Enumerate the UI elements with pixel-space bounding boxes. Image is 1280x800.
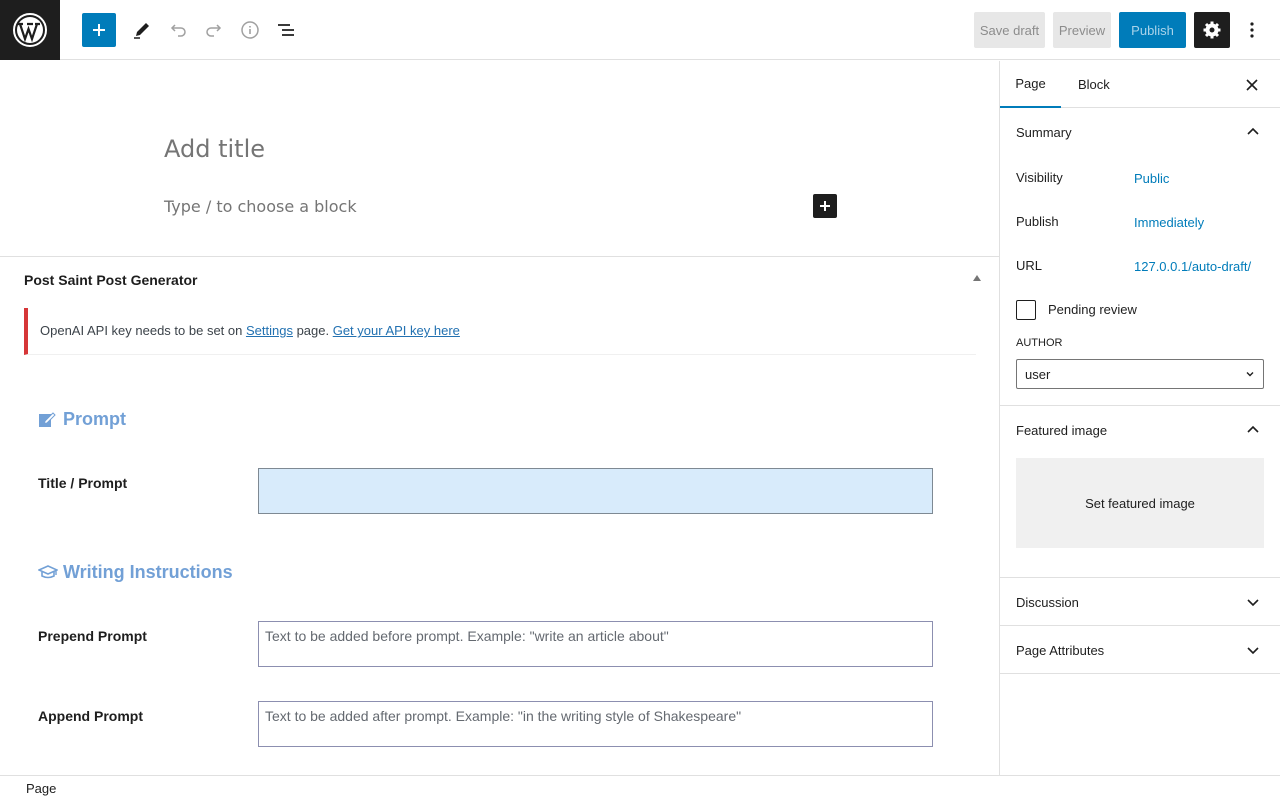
preview-button[interactable]: Preview	[1053, 12, 1111, 48]
append-prompt-label: Append Prompt	[38, 708, 143, 724]
page-attributes-title: Page Attributes	[1016, 642, 1105, 658]
featured-image-title: Featured image	[1016, 422, 1108, 438]
settings-sidebar: Page Block Summary Visibility Public Pub…	[999, 61, 1280, 775]
pencil-icon	[134, 23, 149, 39]
panel-divider	[1000, 673, 1280, 674]
pending-review-checkbox[interactable]	[1016, 300, 1036, 320]
block-inserter-button[interactable]	[82, 13, 116, 47]
more-vertical-icon	[1250, 22, 1254, 38]
publish-label: Publish	[1016, 214, 1059, 229]
prompt-heading-text: Prompt	[63, 409, 126, 429]
discussion-panel-toggle[interactable]: Discussion	[1000, 578, 1280, 626]
sidebar-tabs: Page Block	[1000, 61, 1280, 108]
wordpress-icon	[13, 13, 47, 47]
tools-edit-button[interactable]	[124, 12, 160, 48]
save-draft-button[interactable]: Save draft	[974, 12, 1045, 48]
settings-link[interactable]: Settings	[246, 323, 293, 338]
publish-button[interactable]: Publish	[1119, 12, 1186, 48]
summary-panel-toggle[interactable]: Summary	[1000, 108, 1280, 156]
discussion-title: Discussion	[1016, 594, 1079, 610]
inline-inserter-button[interactable]	[813, 194, 837, 218]
default-block-appender[interactable]: Type / to choose a block	[164, 197, 357, 216]
close-sidebar-button[interactable]	[1240, 73, 1264, 97]
redo-icon	[206, 24, 222, 37]
plus-icon	[93, 24, 105, 36]
chevron-down-icon	[1247, 647, 1259, 655]
editor-canvas: Add title Type / to choose a block Post …	[0, 61, 999, 775]
post-title-input[interactable]: Add title	[164, 135, 265, 163]
set-featured-image-button[interactable]: Set featured image	[1016, 458, 1264, 548]
chevron-up-icon	[1247, 425, 1259, 433]
pending-review-label[interactable]: Pending review	[1048, 302, 1137, 317]
visibility-value[interactable]: Public	[1134, 171, 1169, 186]
chevron-down-icon	[1246, 372, 1254, 377]
author-label: AUTHOR	[1016, 337, 1063, 349]
prepend-prompt-label: Prepend Prompt	[38, 628, 147, 644]
editor-footer: Page	[0, 775, 1280, 800]
prepend-prompt-textarea[interactable]: Text to be added before prompt. Example:…	[258, 621, 933, 667]
gear-icon	[1203, 21, 1221, 39]
list-view-icon	[278, 24, 294, 36]
writing-instructions-heading: Writing Instructions	[38, 562, 233, 583]
api-key-notice: OpenAI API key needs to be set on Settin…	[24, 308, 976, 355]
wordpress-logo[interactable]	[0, 0, 60, 60]
info-icon	[241, 21, 259, 39]
post-generator-metabox: Post Saint Post Generator OpenAI API key…	[0, 256, 999, 776]
prompt-heading: Prompt	[38, 409, 126, 430]
api-key-link[interactable]: Get your API key here	[333, 323, 460, 338]
details-button[interactable]	[232, 12, 268, 48]
collapse-toggle-icon[interactable]	[973, 275, 981, 281]
breadcrumb[interactable]: Page	[26, 781, 56, 796]
publish-date-value[interactable]: Immediately	[1134, 215, 1204, 230]
graduation-cap-icon	[38, 563, 58, 583]
notice-text: OpenAI API key needs to be set on	[40, 323, 246, 338]
plus-icon	[820, 201, 830, 211]
chevron-down-icon	[1247, 599, 1259, 607]
featured-image-panel-toggle[interactable]: Featured image	[1000, 406, 1280, 454]
writing-heading-text: Writing Instructions	[63, 562, 233, 582]
undo-icon	[170, 24, 186, 37]
author-select[interactable]: user	[1016, 359, 1264, 389]
summary-title: Summary	[1016, 124, 1072, 140]
edit-page-icon	[38, 410, 58, 430]
title-prompt-textarea[interactable]	[258, 468, 933, 514]
append-prompt-textarea[interactable]: Text to be added after prompt. Example: …	[258, 701, 933, 747]
close-icon	[1246, 79, 1258, 91]
metabox-title[interactable]: Post Saint Post Generator	[24, 272, 197, 288]
editor-header: Save draft Preview Publish	[0, 0, 1280, 60]
page-attributes-panel-toggle[interactable]: Page Attributes	[1000, 626, 1280, 674]
undo-button[interactable]	[160, 12, 196, 48]
redo-button[interactable]	[196, 12, 232, 48]
options-button[interactable]	[1234, 12, 1270, 48]
url-value[interactable]: 127.0.0.1/auto-draft/	[1134, 259, 1251, 274]
url-label: URL	[1016, 258, 1043, 273]
author-value: user	[1025, 367, 1051, 382]
list-view-button[interactable]	[268, 12, 304, 48]
notice-text-middle: page.	[292, 323, 333, 338]
chevron-up-icon	[1247, 127, 1259, 135]
title-prompt-label: Title / Prompt	[38, 475, 128, 491]
tab-block[interactable]: Block	[1078, 61, 1110, 108]
visibility-label: Visibility	[1016, 170, 1063, 185]
settings-button[interactable]	[1194, 12, 1230, 48]
tab-page[interactable]: Page	[1000, 61, 1061, 108]
